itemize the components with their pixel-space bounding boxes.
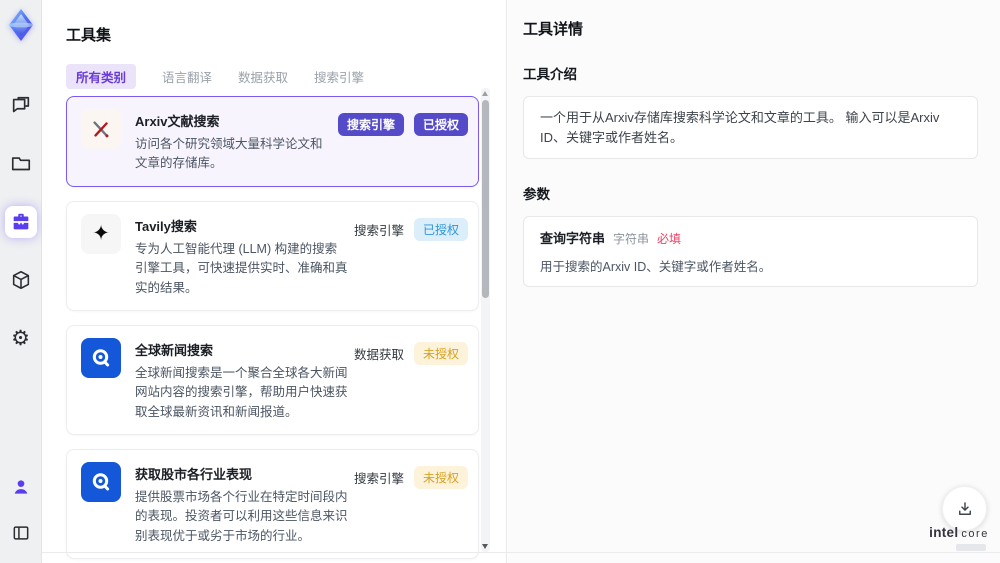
tool-name: 获取股市各行业表现 xyxy=(135,467,253,482)
sidebar-item-chat[interactable] xyxy=(5,90,37,122)
arxiv-logo-icon xyxy=(81,109,121,149)
scrollbar[interactable] xyxy=(481,88,490,552)
tool-list: Arxiv文献搜索 访问各个研究领域大量科学论文和文章的存储库。 搜索引擎 已授… xyxy=(66,96,479,563)
tool-name: 全球新闻搜索 xyxy=(135,342,214,358)
tool-card[interactable]: 全球新闻搜索 全球新闻搜索是一个聚合全球各大新闻网站内容的搜索引擎，帮助用户快速… xyxy=(66,324,479,435)
tool-card[interactable]: ✦ Tavily搜索 专为人工智能代理 (LLM) 构建的搜索引擎工具，可快速提… xyxy=(66,200,479,311)
package-icon xyxy=(10,269,32,291)
stock-sector-logo-icon xyxy=(81,462,121,502)
intro-heading: 工具介绍 xyxy=(523,67,577,82)
global-news-logo-icon xyxy=(81,337,121,378)
param-type: 字符串 xyxy=(613,232,650,246)
status-badge: 未授权 xyxy=(413,341,468,365)
core-wordmark: core xyxy=(961,528,989,540)
folder-icon xyxy=(10,153,32,175)
detail-title: 工具详情 xyxy=(523,21,584,38)
tool-name: Tavily搜索 xyxy=(135,218,197,234)
status-badge: 未授权 xyxy=(413,466,468,489)
param-required-flag: 必填 xyxy=(657,232,682,246)
panel-toggle-icon xyxy=(11,523,31,543)
tab-all-categories[interactable]: 所有类别 xyxy=(66,63,137,89)
params-heading: 参数 xyxy=(523,187,550,202)
chat-icon xyxy=(10,95,32,117)
sidebar-item-account[interactable] xyxy=(5,471,37,503)
intel-wordmark: intel xyxy=(929,525,959,540)
tavily-logo-icon: ✦ xyxy=(81,213,121,254)
sidebar-item-tools[interactable] xyxy=(4,206,37,238)
scroll-down-arrow-icon[interactable] xyxy=(482,544,488,549)
category-label: 搜索引擎 xyxy=(353,472,404,486)
download-icon xyxy=(956,500,974,518)
param-card: 查询字符串 字符串 必填 用于搜索的Arxiv ID、关键字或作者姓名。 xyxy=(523,216,978,287)
tab-search-engine[interactable]: 搜索引擎 xyxy=(314,67,364,86)
status-badge: 已授权 xyxy=(413,113,468,136)
category-label: 搜索引擎 xyxy=(353,223,404,238)
param-description: 用于搜索的Arxiv ID、关键字或作者姓名。 xyxy=(540,260,772,274)
scrollbar-thumb[interactable] xyxy=(482,100,489,298)
tool-list-panel: 工具集 所有类别 语言翻译 数据获取 搜索引擎 Arxiv文献搜索 访问各个研究… xyxy=(42,0,507,563)
intro-card: 一个用于从Arxiv存储库搜索科学论文和文章的工具。 输入可以是Arxiv ID… xyxy=(523,96,978,159)
tool-card[interactable]: 获取股市各行业表现 提供股票市场各个行业在特定时间段内的表现。投资者可以利用这些… xyxy=(66,449,479,560)
sidebar-item-settings[interactable]: ⚙ xyxy=(5,322,37,354)
tool-description: 访问各个研究领域大量科学论文和文章的存储库。 xyxy=(135,137,323,171)
tab-language-translation[interactable]: 语言翻译 xyxy=(162,67,212,86)
sidebar-item-files[interactable] xyxy=(5,148,37,180)
tool-name: Arxiv文献搜索 xyxy=(135,114,220,129)
tool-card[interactable]: Arxiv文献搜索 访问各个研究领域大量科学论文和文章的存储库。 搜索引擎 已授… xyxy=(66,96,479,187)
app-logo-icon[interactable] xyxy=(6,8,36,42)
sidebar-item-packages[interactable] xyxy=(5,264,37,296)
category-tabs: 所有类别 语言翻译 数据获取 搜索引擎 xyxy=(66,63,506,89)
status-badge: 已授权 xyxy=(413,217,468,241)
toolbox-icon xyxy=(10,211,32,233)
intro-text: 一个用于从Arxiv存储库搜索科学论文和文章的工具。 输入可以是Arxiv ID… xyxy=(540,110,940,145)
sidebar-item-collapse[interactable] xyxy=(5,517,37,549)
tool-description: 全球新闻搜索是一个聚合全球各大新闻网站内容的搜索引擎，帮助用户快速获取全球最新资… xyxy=(135,365,348,419)
tool-description: 专为人工智能代理 (LLM) 构建的搜索引擎工具，可快速提供实时、准确和真实的结… xyxy=(135,241,348,295)
param-name: 查询字符串 xyxy=(540,231,606,246)
intel-core-logo: intel core xyxy=(928,524,990,551)
user-icon xyxy=(11,477,31,497)
page-title: 工具集 xyxy=(66,27,112,44)
bottom-divider xyxy=(42,552,1000,553)
tool-detail-panel: 工具详情 工具介绍 一个用于从Arxiv存储库搜索科学论文和文章的工具。 输入可… xyxy=(508,0,1000,563)
category-badge: 搜索引擎 xyxy=(337,113,404,136)
scroll-up-arrow-icon[interactable] xyxy=(482,91,488,96)
icon-sidebar: ⚙ xyxy=(0,0,42,563)
tab-data-fetch[interactable]: 数据获取 xyxy=(238,67,288,86)
settings-icon: ⚙ xyxy=(11,326,30,350)
intel-badge-smudge xyxy=(956,544,986,551)
tool-description: 提供股票市场各个行业在特定时间段内的表现。投资者可以利用这些信息来识别表现优于或… xyxy=(135,490,348,543)
category-label: 数据获取 xyxy=(353,347,404,362)
